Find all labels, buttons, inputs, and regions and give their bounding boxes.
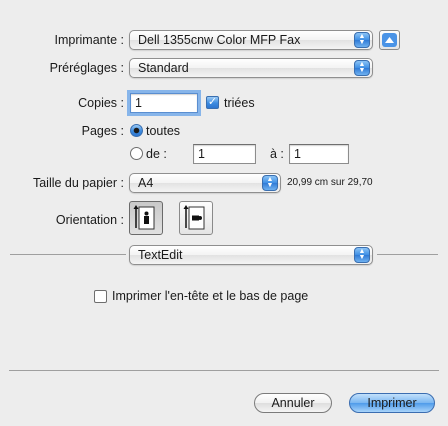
pages-to-field[interactable]: 1 bbox=[289, 144, 349, 164]
popup-arrows-icon: ▲ ▼ bbox=[354, 32, 370, 48]
presets-label: Préréglages : bbox=[49, 61, 124, 75]
section-separator-right bbox=[377, 254, 438, 255]
footer-separator bbox=[9, 370, 439, 371]
header-footer-checkbox[interactable] bbox=[94, 290, 107, 303]
printer-label: Imprimante : bbox=[54, 33, 124, 47]
paper-value: A4 bbox=[138, 176, 154, 190]
disclosure-triangle-icon bbox=[382, 33, 397, 47]
landscape-orientation-button[interactable] bbox=[179, 201, 213, 235]
paper-dimensions: 20,99 cm sur 29,70 bbox=[287, 177, 373, 188]
popup-arrows-icon: ▲ ▼ bbox=[262, 175, 278, 191]
presets-value: Standard bbox=[138, 61, 189, 75]
pages-from-label: de : bbox=[146, 147, 167, 161]
section-value: TextEdit bbox=[138, 248, 183, 262]
collated-checkbox[interactable]: ✓ bbox=[206, 96, 219, 109]
paper-label: Taille du papier : bbox=[32, 176, 124, 190]
pages-range-radio[interactable] bbox=[130, 147, 143, 160]
cancel-button[interactable]: Annuler bbox=[254, 393, 332, 413]
disclosure-button[interactable] bbox=[379, 30, 400, 50]
pages-all-radio[interactable] bbox=[130, 124, 143, 137]
portrait-icon bbox=[133, 205, 155, 230]
portrait-orientation-button[interactable] bbox=[129, 201, 163, 235]
section-separator-left bbox=[10, 254, 126, 255]
printer-value: Dell 1355cnw Color MFP Fax bbox=[138, 33, 301, 47]
pages-label: Pages : bbox=[81, 124, 124, 138]
copies-label: Copies : bbox=[78, 96, 124, 110]
landscape-icon bbox=[183, 205, 205, 230]
paper-popup[interactable]: A4 ▲ ▼ bbox=[129, 173, 281, 193]
collated-label: triées bbox=[224, 96, 255, 110]
orientation-label: Orientation : bbox=[55, 213, 124, 227]
copies-field[interactable]: 1 bbox=[130, 93, 198, 113]
printer-popup[interactable]: Dell 1355cnw Color MFP Fax ▲ ▼ bbox=[129, 30, 373, 50]
popup-arrows-icon: ▲ ▼ bbox=[354, 247, 370, 263]
pages-all-label: toutes bbox=[146, 124, 181, 138]
print-button[interactable]: Imprimer bbox=[349, 393, 435, 413]
header-footer-label: Imprimer l'en-tête et le bas de page bbox=[112, 289, 309, 303]
popup-arrows-icon: ▲ ▼ bbox=[354, 60, 370, 76]
presets-popup[interactable]: Standard ▲ ▼ bbox=[129, 58, 373, 78]
section-popup[interactable]: TextEdit ▲ ▼ bbox=[129, 245, 373, 265]
pages-from-field[interactable]: 1 bbox=[193, 144, 256, 164]
pages-to-label: à : bbox=[270, 147, 284, 161]
